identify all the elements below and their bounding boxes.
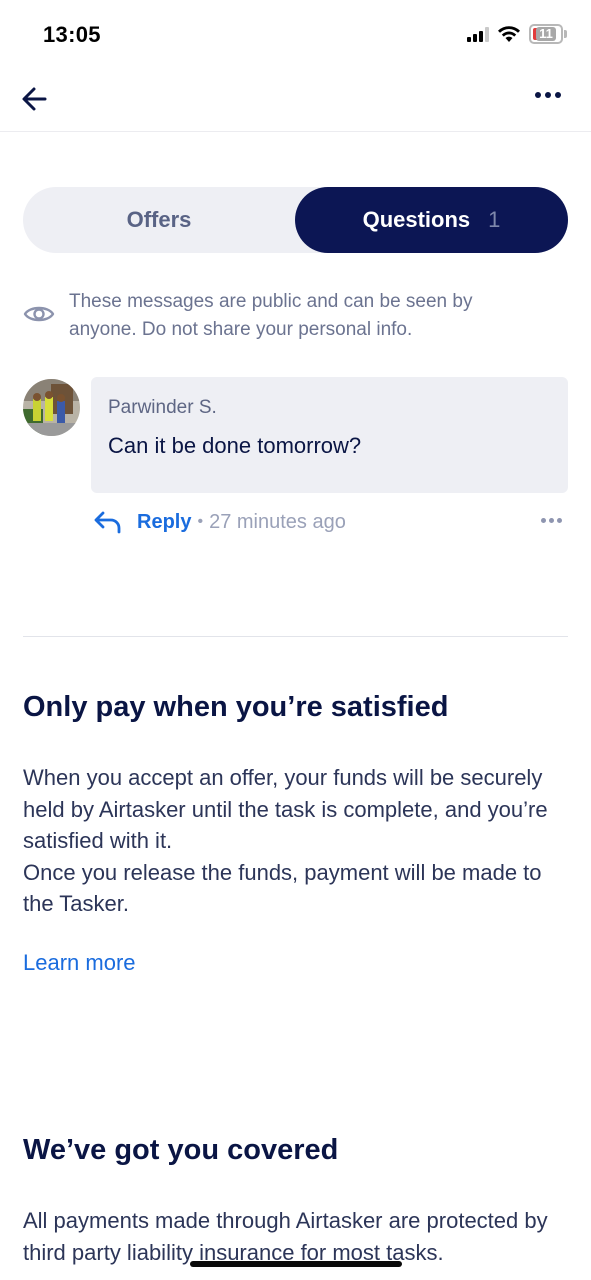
more-dots-icon — [541, 518, 546, 523]
battery-icon: 11 — [529, 24, 567, 44]
public-notice: These messages are public and can be see… — [23, 288, 543, 344]
nav-bar — [0, 70, 591, 132]
status-time: 13:05 — [43, 22, 101, 47]
pay-paragraph-1: When you accept an offer, your funds wil… — [23, 765, 548, 853]
question-meta: Reply • 27 minutes ago — [91, 507, 568, 537]
question-more-button[interactable] — [541, 518, 562, 523]
battery-percentage: 11 — [536, 27, 556, 41]
reply-icon[interactable] — [93, 510, 123, 534]
tab-offers-label: Offers — [126, 207, 192, 232]
eye-icon — [23, 306, 55, 322]
pay-paragraph-2: Once you release the funds, payment will… — [23, 859, 542, 917]
wifi-icon — [498, 26, 520, 42]
question-bubble: Parwinder S. Can it be done tomorrow? — [91, 377, 568, 493]
tab-switcher: Offers Questions 1 — [23, 187, 568, 253]
learn-more-link[interactable]: Learn more — [23, 950, 136, 976]
notice-text: These messages are public and can be see… — [69, 291, 473, 340]
question-timestamp: 27 minutes ago — [209, 510, 346, 533]
section-divider — [23, 636, 568, 637]
more-dots-icon — [535, 92, 541, 98]
covered-section-body: All payments made through Airtasker are … — [23, 1208, 548, 1265]
pay-section-body: When you accept an offer, your funds wil… — [23, 762, 568, 920]
status-icons: 11 — [467, 24, 567, 44]
status-bar: 13:05 11 — [0, 0, 591, 70]
question-text: Can it be done tomorrow? — [108, 433, 362, 458]
home-indicator[interactable] — [190, 1261, 402, 1267]
covered-section-title: We’ve got you covered — [23, 1134, 339, 1166]
tab-questions-count: 1 — [488, 207, 501, 232]
avatar[interactable] — [23, 379, 80, 436]
question-author[interactable]: Parwinder S. — [108, 397, 551, 419]
back-button[interactable] — [20, 84, 50, 114]
pay-section-title: Only pay when you’re satisfied — [23, 691, 449, 723]
tab-questions[interactable]: Questions 1 — [295, 187, 568, 253]
arrow-left-icon — [22, 87, 47, 111]
more-options-button[interactable] — [535, 92, 561, 98]
user-avatar-image — [23, 379, 80, 436]
tab-offers[interactable]: Offers — [23, 187, 295, 253]
reply-button[interactable]: Reply — [137, 511, 191, 534]
signal-icon — [467, 26, 489, 42]
meta-separator: • — [197, 513, 204, 530]
tab-questions-label: Questions — [362, 207, 471, 232]
